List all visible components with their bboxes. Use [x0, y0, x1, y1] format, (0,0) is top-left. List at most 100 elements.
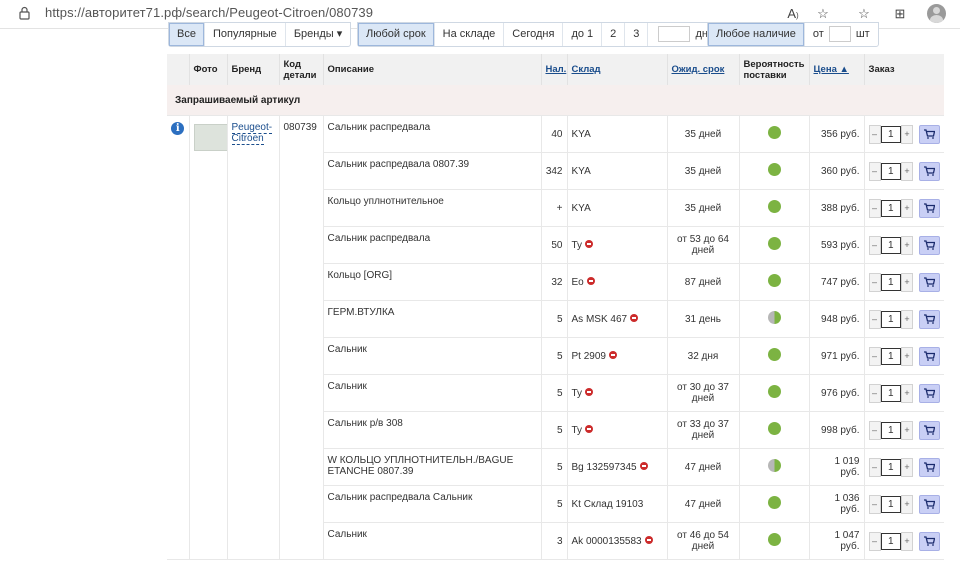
info-icon[interactable]: i: [171, 122, 185, 135]
add-to-cart-button[interactable]: [919, 420, 940, 440]
warehouse-name: Bg 132597345: [571, 461, 637, 473]
profile-avatar[interactable]: [927, 4, 946, 23]
filter-3-button[interactable]: 3: [625, 23, 649, 46]
warehouse-cell: Ty: [567, 226, 668, 264]
probability-indicator-icon: [767, 348, 781, 361]
col-price[interactable]: Цена ▲: [809, 54, 865, 85]
lock-icon[interactable]: [19, 6, 30, 20]
add-to-cart-button[interactable]: [919, 235, 940, 255]
qty-increment-button[interactable]: +: [901, 457, 914, 477]
qty-increment-button[interactable]: +: [901, 346, 914, 366]
filter-2-button[interactable]: 2: [602, 23, 626, 46]
col-expected[interactable]: Ожид. срок: [667, 54, 740, 85]
qty-increment-button[interactable]: +: [901, 420, 914, 440]
qty-increment-button[interactable]: +: [901, 383, 914, 403]
filter-upto-1-button[interactable]: до 1: [563, 23, 603, 46]
qty-increment-button[interactable]: +: [901, 124, 914, 144]
add-to-cart-button[interactable]: [919, 346, 940, 366]
warehouse-cell: KYA: [567, 189, 668, 227]
eta-cell: 31 день: [667, 300, 740, 338]
warehouse-name: Pt 2909: [571, 350, 606, 362]
filter-any-availability-button[interactable]: Любое наличие: [708, 23, 805, 46]
url-field[interactable]: https://авторитет71.рф/search/Peugeot-Ci…: [45, 5, 373, 20]
add-to-cart-button[interactable]: [919, 198, 940, 218]
add-to-cart-button[interactable]: [919, 531, 940, 551]
favorites-icon[interactable]: ☆: [855, 5, 873, 23]
order-qty-input[interactable]: 1: [880, 384, 901, 402]
no-return-icon: [585, 424, 594, 433]
eta-cell: от 46 до 54 дней: [667, 522, 740, 560]
read-aloud-icon[interactable]: A): [784, 5, 802, 23]
qty-increment-button[interactable]: +: [901, 272, 914, 292]
order-qty-input[interactable]: 1: [880, 199, 901, 217]
no-return-icon: [608, 350, 617, 359]
order-qty-input[interactable]: 1: [880, 310, 901, 328]
filter-popular-button[interactable]: Популярные: [205, 23, 286, 46]
filter-brand-group: Все Популярные Бренды ▾: [168, 22, 352, 47]
probability-indicator-icon: [767, 385, 781, 398]
col-qty[interactable]: Нал.: [541, 54, 568, 85]
order-qty-input[interactable]: 1: [880, 125, 901, 143]
qty-decrement-button[interactable]: –: [868, 235, 881, 255]
order-qty-input[interactable]: 1: [880, 236, 901, 254]
order-qty-input[interactable]: 1: [880, 273, 901, 291]
order-qty-input[interactable]: 1: [880, 347, 901, 365]
order-qty-input[interactable]: 1: [880, 162, 901, 180]
filter-all-button[interactable]: Все: [169, 23, 205, 46]
filter-any-term-button[interactable]: Любой срок: [358, 23, 435, 46]
part-photo[interactable]: [193, 124, 228, 151]
qty-increment-button[interactable]: +: [901, 198, 914, 218]
add-to-cart-button[interactable]: [919, 272, 940, 292]
qty-from-input[interactable]: [828, 26, 851, 43]
price-cell: 356 руб.: [809, 115, 865, 153]
add-to-cart-button[interactable]: [919, 161, 940, 181]
no-return-icon: [585, 239, 594, 248]
order-cell: – 1 +: [864, 522, 944, 560]
probability-indicator-icon: [767, 422, 781, 435]
add-to-cart-button[interactable]: [919, 383, 940, 403]
probability-cell: [739, 189, 810, 227]
qty-increment-button[interactable]: +: [901, 531, 914, 551]
table-row: i Peugeot-Citroen 080739 Сальник распредвал…: [167, 115, 944, 560]
col-warehouse[interactable]: Склад: [567, 54, 668, 85]
filter-in-stock-button[interactable]: На складе: [435, 23, 505, 46]
days-input[interactable]: [658, 26, 691, 43]
info-cell: i: [167, 115, 190, 560]
qty-decrement-button[interactable]: –: [868, 494, 881, 514]
warehouse-cell: Ak 0000135583: [567, 522, 668, 560]
order-qty-input[interactable]: 1: [880, 421, 901, 439]
qty-cell: 50: [541, 226, 568, 264]
order-qty-input[interactable]: 1: [880, 532, 901, 550]
no-return-icon: [639, 461, 648, 470]
qty-increment-button[interactable]: +: [901, 494, 914, 514]
add-to-cart-button[interactable]: [919, 309, 940, 329]
qty-decrement-button[interactable]: –: [868, 272, 881, 292]
qty-decrement-button[interactable]: –: [868, 309, 881, 329]
favorite-add-icon[interactable]: ☆: [814, 5, 832, 23]
order-qty-input[interactable]: 1: [880, 495, 901, 513]
probability-cell: [739, 411, 810, 449]
qty-decrement-button[interactable]: –: [868, 457, 881, 477]
add-to-cart-button[interactable]: [919, 494, 940, 514]
qty-decrement-button[interactable]: –: [868, 198, 881, 218]
add-to-cart-button[interactable]: [919, 124, 940, 144]
qty-increment-button[interactable]: +: [901, 309, 914, 329]
qty-decrement-button[interactable]: –: [868, 420, 881, 440]
filter-brands-dropdown[interactable]: Бренды ▾: [286, 23, 350, 46]
qty-decrement-button[interactable]: –: [868, 346, 881, 366]
qty-increment-button[interactable]: +: [901, 161, 914, 181]
eta-cell: от 53 до 64 дней: [667, 226, 740, 264]
price-cell: 976 руб.: [809, 374, 865, 412]
qty-decrement-button[interactable]: –: [868, 161, 881, 181]
brand-link[interactable]: Peugeot-Citroen: [231, 122, 273, 145]
qty-decrement-button[interactable]: –: [868, 531, 881, 551]
collections-icon[interactable]: ⊞: [891, 5, 909, 23]
order-qty-input[interactable]: 1: [880, 458, 901, 476]
order-cell: – 1 +: [864, 263, 944, 301]
add-to-cart-button[interactable]: [919, 457, 940, 477]
filter-today-button[interactable]: Сегодня: [504, 23, 564, 46]
qty-decrement-button[interactable]: –: [868, 383, 881, 403]
qty-increment-button[interactable]: +: [901, 235, 914, 255]
qty-decrement-button[interactable]: –: [868, 124, 881, 144]
cart-icon: [924, 165, 936, 176]
